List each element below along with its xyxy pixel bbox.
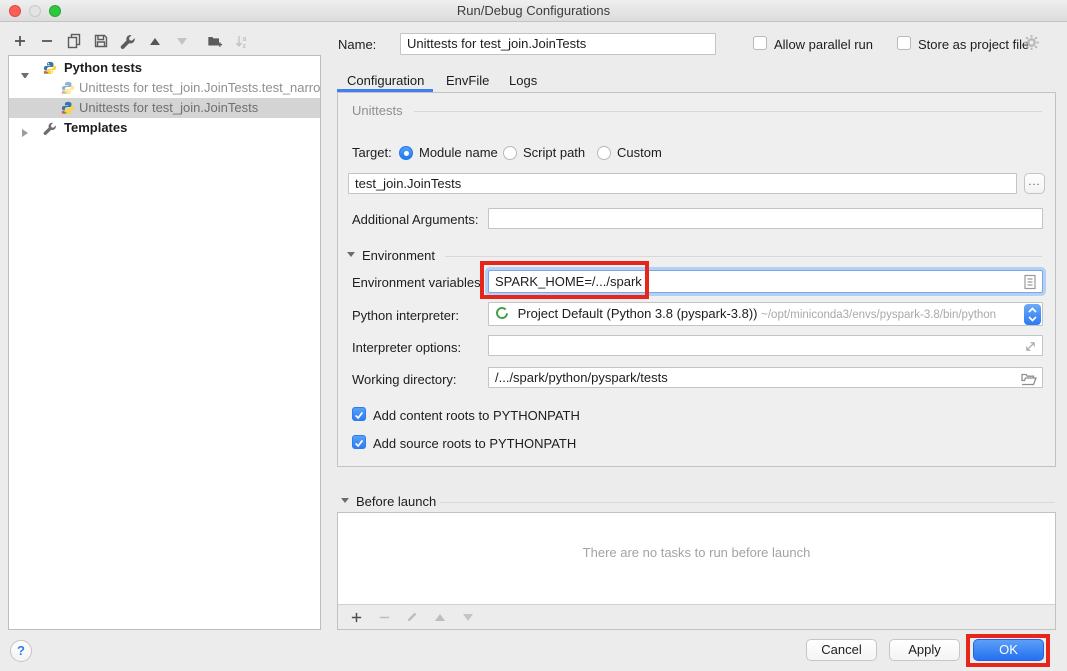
remove-icon[interactable] [39, 33, 55, 49]
group-divider [414, 111, 1042, 112]
module-name-value: test_join.JoinTests [355, 176, 461, 191]
remove-icon [376, 609, 392, 625]
additional-arguments-input[interactable] [488, 208, 1043, 229]
dropdown-stepper-icon[interactable] [1024, 304, 1041, 325]
allow-parallel-run-label: Allow parallel run [774, 37, 873, 53]
title-bar: Run/Debug Configurations [0, 0, 1067, 22]
add-source-roots-checkbox[interactable] [352, 435, 366, 449]
before-launch-toolbar [338, 604, 1055, 629]
target-script-path-label: Script path [523, 145, 585, 161]
python-tests-icon [43, 61, 57, 78]
unittests-group-label: Unittests [352, 103, 403, 118]
name-label: Name: [338, 37, 376, 53]
apply-button[interactable]: Apply [889, 639, 960, 661]
tree-item-unittests-jointests-selected[interactable]: Unittests for test_join.JoinTests [9, 98, 320, 118]
expand-collapse-icon[interactable] [22, 123, 28, 138]
before-launch-panel: There are no tasks to run before launch [337, 512, 1056, 630]
interpreter-options-label: Interpreter options: [352, 340, 461, 356]
name-input[interactable]: Unittests for test_join.JoinTests [400, 33, 716, 55]
name-value: Unittests for test_join.JoinTests [407, 36, 586, 51]
target-script-path-radio[interactable] [503, 146, 517, 160]
python-interpreter-label: Python interpreter: [352, 308, 459, 324]
tree-item-label: Python tests [64, 58, 142, 78]
save-icon[interactable] [93, 33, 109, 49]
group-divider [440, 502, 1055, 503]
zoom-window-button[interactable] [49, 5, 61, 17]
before-launch-collapse-icon[interactable] [341, 498, 349, 503]
module-name-input[interactable]: test_join.JoinTests [348, 173, 1017, 194]
folder-icon[interactable] [1021, 372, 1037, 388]
add-source-roots-label: Add source roots to PYTHONPATH [373, 436, 576, 452]
browse-button[interactable]: ... [1024, 173, 1045, 194]
move-down-icon [460, 609, 476, 625]
add-icon[interactable] [348, 609, 364, 625]
tree-item-label: Unittests for test_join.JoinTests [79, 98, 258, 118]
add-content-roots-label: Add content roots to PYTHONPATH [373, 408, 580, 424]
add-icon[interactable] [12, 33, 28, 49]
move-up-icon[interactable] [147, 33, 163, 49]
python-interpreter-select[interactable]: Project Default (Python 3.8 (pyspark-3.8… [488, 302, 1043, 326]
target-custom-label: Custom [617, 145, 662, 161]
browse-env-vars-icon[interactable] [1023, 274, 1037, 293]
tree-item-unittests-test-narrow[interactable]: Unittests for test_join.JoinTests.test_n… [9, 78, 320, 98]
target-label: Target: [352, 145, 392, 161]
tree-item-python-tests[interactable]: Python tests [9, 58, 320, 78]
cancel-button[interactable]: Cancel [806, 639, 877, 661]
configurations-tree: Python tests Unittests for test_join.Joi… [8, 55, 321, 630]
minimize-window-button [29, 5, 41, 17]
conda-env-icon [495, 305, 509, 326]
tab-logs[interactable]: Logs [509, 72, 537, 89]
group-divider [445, 256, 1042, 257]
before-launch-empty-text: There are no tasks to run before launch [338, 545, 1055, 560]
ok-button[interactable]: OK [973, 639, 1044, 661]
additional-arguments-label: Additional Arguments: [352, 212, 478, 228]
target-custom-radio[interactable] [597, 146, 611, 160]
environment-variables-value: SPARK_HOME=/.../spark [495, 274, 642, 289]
store-as-project-file-label: Store as project file [918, 37, 1029, 53]
copy-icon[interactable] [66, 33, 82, 49]
environment-variables-label: Environment variables: [352, 275, 484, 291]
target-module-name-label: Module name [419, 145, 498, 161]
svg-text:a: a [243, 36, 247, 43]
svg-text:z: z [243, 43, 247, 49]
add-content-roots-checkbox[interactable] [352, 407, 366, 421]
close-window-button[interactable] [9, 5, 21, 17]
templates-wrench-icon [43, 121, 57, 138]
move-down-icon [174, 33, 190, 49]
allow-parallel-run-checkbox[interactable] [753, 36, 767, 50]
target-module-name-radio[interactable] [399, 146, 413, 160]
expand-collapse-icon[interactable] [21, 65, 29, 78]
before-launch-label: Before launch [356, 494, 436, 510]
edit-pencil-icon [404, 609, 420, 625]
configuration-panel: Unittests Target: Module name Script pat… [337, 92, 1056, 467]
interpreter-options-input[interactable] [488, 335, 1043, 356]
working-directory-value: /.../spark/python/pyspark/tests [495, 370, 668, 385]
working-directory-label: Working directory: [352, 372, 457, 388]
sort-alphabetically-icon: az [234, 33, 250, 49]
python-config-icon [61, 101, 75, 118]
move-up-icon [432, 609, 448, 625]
gear-icon[interactable] [1023, 34, 1040, 54]
working-directory-input[interactable]: /.../spark/python/pyspark/tests [488, 367, 1043, 388]
tree-item-templates[interactable]: Templates [9, 118, 320, 138]
environment-section-label: Environment [362, 248, 435, 264]
new-folder-icon[interactable] [207, 33, 223, 49]
store-as-project-file-checkbox[interactable] [897, 36, 911, 50]
tab-envfile[interactable]: EnvFile [446, 72, 489, 89]
environment-collapse-icon[interactable] [347, 252, 355, 257]
help-button[interactable]: ? [10, 640, 32, 662]
python-config-icon [61, 81, 75, 98]
python-interpreter-value: Project Default (Python 3.8 (pyspark-3.8… [518, 306, 758, 321]
tab-configuration[interactable]: Configuration [347, 72, 424, 89]
expand-field-icon[interactable] [1024, 339, 1037, 356]
environment-variables-input[interactable]: SPARK_HOME=/.../spark [488, 270, 1043, 293]
edit-templates-wrench-icon[interactable] [120, 33, 136, 49]
configurations-toolbar: az [12, 32, 250, 50]
tree-item-label: Templates [64, 118, 127, 138]
python-interpreter-path: ~/opt/miniconda3/envs/pyspark-3.8/bin/py… [761, 309, 996, 321]
window-title: Run/Debug Configurations [0, 0, 1067, 21]
tree-item-label: Unittests for test_join.JoinTests.test_n… [79, 78, 320, 98]
